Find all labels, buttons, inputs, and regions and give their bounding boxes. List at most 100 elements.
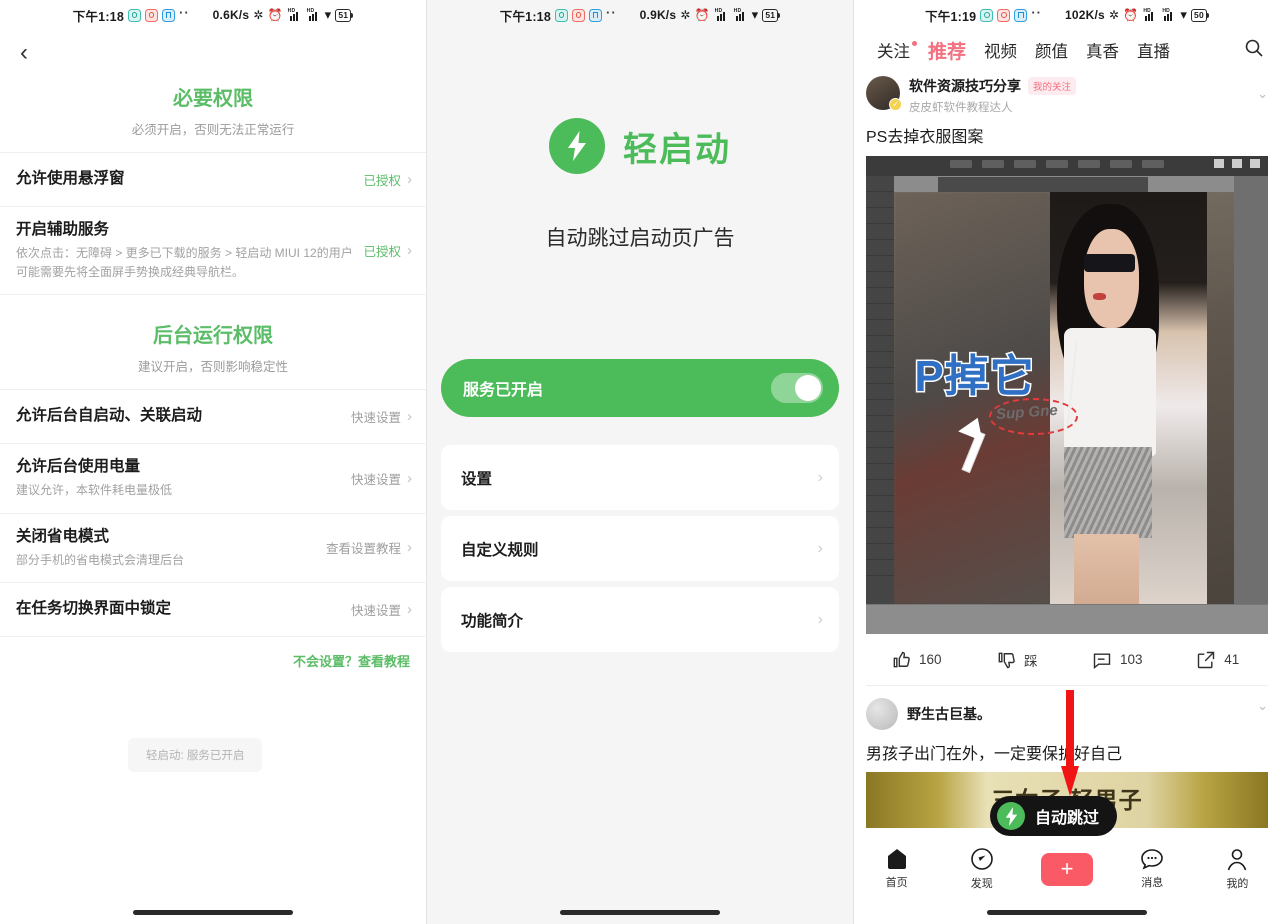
section-title-required: 必要权限 [173, 88, 253, 110]
status-bar: 下午1:18 ·· 0.6K/s ✲ ⏰ HD HD ▾ 51 [0, 0, 426, 30]
permission-title: 关闭省电模式 [16, 527, 110, 545]
notification-icon-blue [1014, 8, 1028, 22]
tab-delicious[interactable]: 真香 [1077, 38, 1128, 62]
network-speed: 102K/s [1064, 8, 1105, 22]
gesture-bar[interactable] [987, 910, 1147, 915]
avatar[interactable] [866, 698, 898, 730]
post-author-name: 软件资源技巧分享 [909, 78, 1021, 94]
signal-icon-sim1: HD [287, 8, 302, 21]
auto-skip-floating-button[interactable]: 自动跳过 [990, 796, 1118, 836]
permission-desc: 依次点击：无障碍 > 更多已下载的服务 > 轻启动 MIUI 12的用户可能需要… [16, 245, 353, 279]
signal-icon-sim2: HD [306, 8, 321, 21]
chevron-right-icon: › [407, 242, 412, 260]
status-time: 下午1:18 [499, 9, 551, 24]
wifi-icon: ▾ [324, 7, 332, 22]
permission-action[interactable]: 快速设置 › [351, 600, 412, 619]
tab-beauty[interactable]: 颜值 [1026, 38, 1077, 62]
nav-item-messages[interactable]: 消息 [1110, 848, 1195, 890]
toggle-knob[interactable] [771, 373, 823, 403]
post-author-row[interactable]: ✓ 软件资源技巧分享 我的关注 皮皮虾软件教程达人 ⌄ [854, 70, 1280, 115]
status-time: 下午1:18 [72, 9, 124, 24]
permission-action[interactable]: 查看设置教程 › [326, 538, 412, 557]
wifi-icon: ▾ [1180, 7, 1188, 22]
network-speed: 0.6K/s [212, 8, 250, 22]
permission-title: 允许后台使用电量 [16, 458, 141, 476]
ps-document-tab [938, 177, 1148, 192]
nav-item-discover[interactable]: 发现 [939, 847, 1024, 891]
permission-status: 快速设置 [350, 411, 401, 426]
gesture-bar[interactable] [560, 910, 720, 915]
tab-recommended[interactable]: 推荐 [919, 37, 975, 64]
menu-item-settings[interactable]: 设置 › [441, 445, 839, 510]
plus-icon[interactable]: + [1041, 852, 1093, 886]
comment-icon [1093, 652, 1111, 669]
tab-following[interactable]: 关注 [868, 38, 919, 62]
master-service-label: 服务已开启 [463, 382, 544, 399]
tutorial-link[interactable]: 不会设置？查看教程 [293, 651, 410, 670]
alarm-icon: ⏰ [267, 8, 283, 22]
like-button[interactable]: 160 [866, 650, 967, 670]
permission-row-battery-usage[interactable]: 允许后台使用电量 建议允许，本软件耗电量极低 快速设置 › [0, 444, 426, 514]
permission-status: 快速设置 [350, 472, 401, 487]
dislike-button[interactable]: 踩 [967, 650, 1068, 670]
nav-item-profile[interactable]: 我的 [1195, 848, 1280, 891]
comment-button[interactable]: 103 [1067, 650, 1168, 670]
chevron-down-icon[interactable]: ⌄ [1257, 698, 1268, 714]
permission-action[interactable]: 快速设置 › [351, 407, 412, 426]
chevron-right-icon: › [817, 468, 823, 486]
status-bar: 下午1:19 ·· 102K/s ✲ ⏰ HD HD ▾ 50 [854, 0, 1280, 30]
menu-item-custom-rules[interactable]: 自定义规则 › [441, 516, 839, 581]
ps-panels [1234, 176, 1268, 604]
signal-icon-sim2: HD [733, 8, 748, 21]
permission-text: 关闭省电模式 部分手机的省电模式会清理后台 [16, 527, 326, 570]
battery-level: 50 [1191, 8, 1207, 22]
avatar[interactable]: ✓ [866, 76, 902, 111]
nav-item-home[interactable]: 首页 [854, 848, 939, 890]
share-icon [1198, 651, 1215, 668]
permission-row-task-lock[interactable]: 在任务切换界面中锁定 快速设置 › [0, 583, 426, 638]
status-bar: 下午1:18 ·· 0.9K/s ✲ ⏰ HD HD ▾ 51 [427, 0, 853, 30]
permission-row-power-saving[interactable]: 关闭省电模式 部分手机的省电模式会清理后台 查看设置教程 › [0, 514, 426, 584]
message-icon [1141, 849, 1164, 870]
share-button[interactable]: 41 [1168, 650, 1269, 670]
auto-skip-label: 自动跳过 [1035, 810, 1100, 827]
permission-action[interactable]: 快速设置 › [351, 469, 412, 488]
unread-dot-icon [912, 41, 917, 46]
notification-icon-teal [980, 8, 994, 22]
following-badge: 我的关注 [1028, 77, 1077, 95]
post-media-image[interactable]: Sup Gne P掉它 [866, 156, 1268, 634]
permission-action[interactable]: 已授权 › [363, 241, 412, 260]
photo-subject-lips [1092, 292, 1107, 300]
nav-label: 我的 [1226, 877, 1249, 890]
status-bar-right: 0.9K/s ✲ ⏰ HD HD ▾ 51 [640, 7, 781, 23]
permission-row-floating-window[interactable]: 允许使用悬浮窗 已授权 › [0, 153, 426, 207]
photo-subject-sunglasses [1084, 253, 1136, 273]
tab-video[interactable]: 视频 [975, 38, 1026, 62]
more-notifications-icon: ·· [1031, 4, 1042, 20]
search-icon[interactable] [1244, 38, 1264, 63]
chevron-right-icon: › [407, 601, 412, 619]
share-count: 41 [1224, 652, 1240, 667]
master-service-toggle[interactable]: 服务已开启 [441, 359, 839, 417]
status-bar-right: 0.6K/s ✲ ⏰ HD HD ▾ 51 [213, 7, 354, 23]
nav-item-create[interactable]: + [1024, 852, 1109, 886]
permission-row-accessibility[interactable]: 开启辅助服务 依次点击：无障碍 > 更多已下载的服务 > 轻启动 MIUI 12… [0, 207, 426, 296]
signal-icon-sim1: HD [1142, 8, 1157, 21]
menu-item-feature-intro[interactable]: 功能简介 › [441, 587, 839, 652]
gesture-bar[interactable] [133, 910, 293, 915]
ps-status-bar [866, 604, 1268, 634]
photo-subject-legs [1074, 533, 1139, 604]
tab-live[interactable]: 直播 [1128, 38, 1179, 62]
alarm-icon: ⏰ [1123, 8, 1139, 22]
permission-row-autostart[interactable]: 允许后台自启动、关联启动 快速设置 › [0, 390, 426, 445]
permission-action[interactable]: 已授权 › [363, 170, 412, 189]
chevron-down-icon[interactable]: ⌄ [1257, 76, 1268, 102]
comment-count: 103 [1119, 652, 1143, 667]
back-icon[interactable]: ‹ [20, 41, 28, 65]
post-author-name-row: 软件资源技巧分享 我的关注 [909, 76, 1248, 96]
lightning-bolt-icon [549, 118, 605, 174]
battery-level: 51 [335, 8, 352, 22]
tutorial-row: 不会设置？查看教程 [0, 637, 426, 670]
media-overlay-text: P掉它 [913, 351, 1035, 403]
ps-window-controls [1214, 159, 1260, 168]
